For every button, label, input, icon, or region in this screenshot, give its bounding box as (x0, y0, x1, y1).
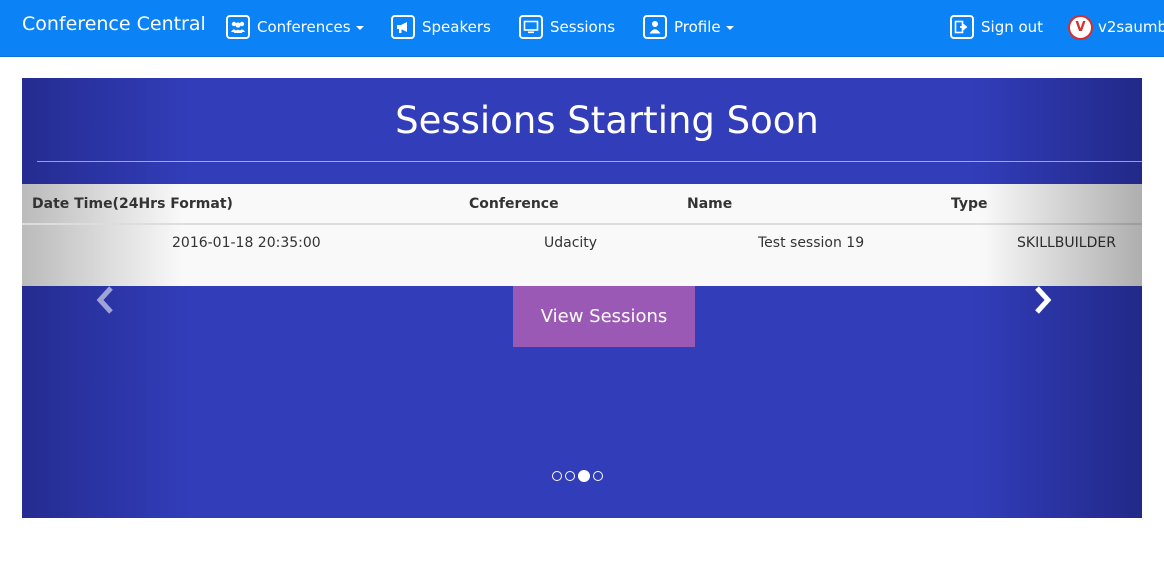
top-navbar: Conference Central Conferences Speakers (0, 0, 1164, 57)
chevron-left-icon (96, 286, 113, 314)
carousel-next-button[interactable] (1025, 278, 1061, 322)
column-header-name: Name (687, 196, 733, 212)
user-name: v2saumb (1098, 18, 1164, 36)
column-header-datetime: Date Time(24Hrs Format) (32, 196, 233, 212)
megaphone-icon (391, 15, 415, 39)
user-icon (643, 15, 667, 39)
table-header-border (22, 223, 1142, 225)
sign-out-icon (950, 15, 974, 39)
column-header-type: Type (951, 196, 988, 212)
nav-sessions[interactable]: Sessions (519, 14, 615, 40)
nav-sessions-label: Sessions (550, 18, 616, 36)
carousel-prev-button[interactable] (87, 278, 123, 322)
carousel-indicator-3[interactable] (578, 470, 590, 482)
monitor-icon (519, 15, 543, 39)
nav-conferences[interactable]: Conferences (226, 14, 364, 40)
chevron-right-icon (1035, 286, 1052, 314)
cell-datetime: 2016-01-18 20:35:00 (172, 235, 321, 251)
nav-profile[interactable]: Profile (643, 14, 734, 40)
column-header-conference: Conference (469, 196, 559, 212)
cell-conference: Udacity (544, 235, 598, 251)
brand-link[interactable]: Conference Central (22, 12, 206, 36)
nav-speakers-label: Speakers (422, 18, 491, 36)
view-sessions-button[interactable]: View Sessions (513, 286, 695, 347)
nav-speakers[interactable]: Speakers (391, 14, 491, 40)
chevron-down-icon (725, 26, 734, 30)
carousel-indicator-4[interactable] (593, 471, 603, 481)
nav-profile-label: Profile (674, 18, 721, 36)
user-menu[interactable]: V v2saumb (1068, 14, 1164, 40)
carousel-indicator-2[interactable] (565, 471, 575, 481)
sessions-carousel: Sessions Starting Soon Date Time(24Hrs F… (22, 78, 1142, 518)
cell-name: Test session 19 (758, 235, 865, 251)
carousel-indicators (552, 470, 606, 482)
carousel-indicator-1[interactable] (552, 471, 562, 481)
nav-conferences-label: Conferences (257, 18, 351, 36)
cell-type: SKILLBUILDER (1017, 235, 1116, 251)
sign-out-link[interactable]: Sign out (950, 14, 1043, 40)
heading-divider (37, 161, 1142, 162)
avatar: V (1068, 14, 1093, 40)
sessions-table: Date Time(24Hrs Format) Conference Name … (22, 184, 1142, 286)
users-icon (226, 15, 250, 39)
chevron-down-icon (355, 26, 364, 30)
carousel-heading: Sessions Starting Soon (395, 99, 819, 142)
sign-out-label: Sign out (981, 18, 1044, 36)
